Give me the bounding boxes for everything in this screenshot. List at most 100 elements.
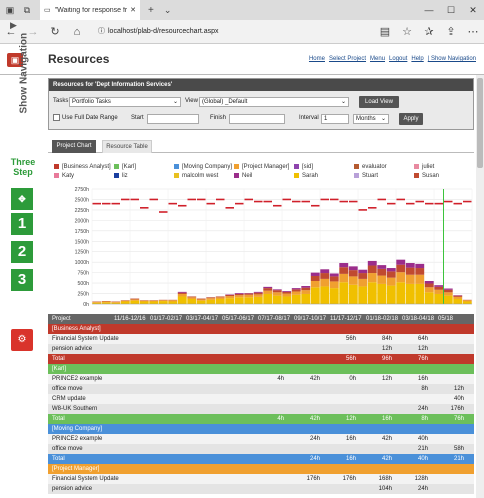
browser-menu-icon[interactable]: ▣ bbox=[3, 3, 17, 17]
bar-segment bbox=[386, 285, 396, 304]
header-date: 03/18-04/18 bbox=[402, 316, 435, 322]
url-field[interactable]: ⓘ localhost/plab-d/resourcechart.aspx bbox=[94, 24, 368, 40]
table-cell: 40h bbox=[453, 396, 464, 402]
three-step-line1: Three bbox=[10, 157, 36, 167]
row-label[interactable]: Financial System Update bbox=[52, 474, 119, 484]
table-cell: 12h bbox=[417, 346, 428, 352]
apply-button[interactable]: Apply bbox=[399, 113, 423, 125]
map-icon[interactable]: ✥ bbox=[11, 188, 33, 210]
link-home[interactable]: Home bbox=[309, 56, 325, 62]
legend-swatch bbox=[174, 164, 179, 169]
bar-segment bbox=[92, 301, 102, 303]
home-icon[interactable]: ⌂ bbox=[66, 26, 88, 38]
load-view-button[interactable]: Load View bbox=[359, 96, 399, 108]
bar-segment bbox=[424, 287, 434, 293]
bar-segment bbox=[177, 293, 187, 297]
bar-segment bbox=[358, 286, 368, 304]
bar-segment bbox=[149, 300, 159, 302]
bar-segment bbox=[367, 282, 377, 304]
bar-segment bbox=[329, 288, 339, 304]
new-tab-button[interactable]: + bbox=[148, 5, 154, 16]
legend-item: liz bbox=[114, 173, 128, 179]
finish-input[interactable] bbox=[229, 114, 285, 124]
tab-project-chart[interactable]: Project Chart bbox=[52, 140, 96, 153]
tasks-select[interactable]: Portfolio Tasks ⌄ bbox=[69, 97, 181, 107]
legend-swatch bbox=[354, 173, 359, 178]
start-input[interactable] bbox=[147, 114, 199, 124]
show-navigation-toggle[interactable]: ▶ Show Navigation bbox=[6, 20, 40, 130]
row-label[interactable]: pension advice bbox=[52, 484, 92, 494]
table-cell: 40h bbox=[417, 436, 428, 442]
bar-segment bbox=[348, 266, 358, 271]
legend-label: Katy bbox=[62, 173, 75, 180]
step-3-button[interactable]: 3 bbox=[11, 269, 33, 291]
bar-segment bbox=[386, 271, 396, 278]
resource-card-icon[interactable]: ⚙ bbox=[11, 329, 33, 351]
legend-item: Katy bbox=[54, 173, 74, 179]
y-tick-label: 0h bbox=[83, 302, 89, 308]
legend-item: [Business Analyst] bbox=[54, 164, 111, 170]
top-links: Home Select Project Menu Logout Help | S… bbox=[309, 56, 476, 62]
browser-titlebar: ▣ ⧉ ▭ "Waiting for response fr ✕ + ⌄ — ☐… bbox=[0, 0, 484, 20]
interval-unit-select[interactable]: Months ⌄ bbox=[353, 114, 389, 124]
link-menu[interactable]: Menu bbox=[370, 56, 385, 62]
row-label[interactable]: office move bbox=[52, 444, 83, 454]
row-label[interactable]: PRINCE2 example bbox=[52, 434, 102, 444]
link-logout[interactable]: Logout bbox=[389, 56, 407, 62]
table-row: PRINCE2 example 4h 42h 0h 12h 16h bbox=[48, 374, 474, 384]
bar-segment bbox=[462, 300, 472, 302]
share-icon[interactable]: ⇪ bbox=[440, 25, 462, 38]
chevron-down-icon: ⌄ bbox=[380, 116, 386, 122]
bar-segment bbox=[130, 300, 140, 304]
refresh-icon[interactable]: ↻ bbox=[44, 25, 66, 38]
full-date-checkbox[interactable] bbox=[53, 114, 60, 121]
interval-input[interactable]: 1 bbox=[321, 114, 349, 124]
link-show-navigation[interactable]: | Show Navigation bbox=[428, 56, 476, 62]
bar-segment bbox=[415, 274, 425, 284]
bar-segment bbox=[329, 281, 339, 289]
maximize-icon[interactable]: ☐ bbox=[440, 0, 462, 20]
bar-segment bbox=[301, 287, 311, 291]
bar-segment bbox=[187, 297, 197, 299]
table-cell: 168h bbox=[378, 476, 392, 482]
row-label[interactable]: Financial System Update bbox=[52, 334, 119, 344]
tab-list-button[interactable]: ⌄ bbox=[164, 5, 172, 16]
legend-swatch bbox=[114, 173, 119, 178]
row-label[interactable]: W8-UK Southern bbox=[52, 404, 97, 414]
bar-segment bbox=[206, 297, 216, 299]
tabs-aside-icon[interactable]: ⧉ bbox=[20, 3, 34, 17]
row-label[interactable]: CRM update bbox=[52, 394, 86, 404]
page-info-icon[interactable]: ⓘ bbox=[98, 28, 105, 35]
view-select[interactable]: (Global) _Default ⌄ bbox=[199, 97, 349, 107]
table-cell: 21h bbox=[453, 456, 464, 462]
reading-view-icon[interactable]: ▤ bbox=[374, 25, 396, 38]
step-2-button[interactable]: 2 bbox=[11, 241, 33, 263]
bar-segment bbox=[348, 284, 358, 304]
row-label[interactable]: PRINCE2 example bbox=[52, 374, 102, 384]
legend-label: [Business Analyst] bbox=[62, 164, 111, 171]
total-row: Total 56h 96h 76h bbox=[48, 354, 474, 364]
browser-tab[interactable]: ▭ "Waiting for response fr ✕ bbox=[40, 0, 140, 20]
scrollbar-thumb[interactable] bbox=[477, 78, 483, 168]
legend-swatch bbox=[354, 164, 359, 169]
table-cell: 12h bbox=[381, 376, 392, 382]
link-help[interactable]: Help bbox=[411, 56, 423, 62]
row-label[interactable]: office move bbox=[52, 384, 83, 394]
bar-segment bbox=[339, 263, 349, 268]
full-date-range[interactable]: Use Full Date Range bbox=[53, 114, 118, 121]
close-window-icon[interactable]: ✕ bbox=[462, 0, 484, 20]
tab-resource-table[interactable]: Resource Table bbox=[102, 140, 152, 153]
step-1-button[interactable]: 1 bbox=[11, 213, 33, 235]
link-select-project[interactable]: Select Project bbox=[329, 56, 366, 62]
minimize-icon[interactable]: — bbox=[418, 0, 440, 20]
legend-label: [Project Manager] bbox=[242, 164, 290, 171]
y-tick-label: 1500h bbox=[75, 239, 90, 245]
table-cell: 42h bbox=[381, 456, 392, 462]
tab-close-icon[interactable]: ✕ bbox=[130, 6, 136, 14]
bar-segment bbox=[187, 296, 197, 298]
favorite-star-icon[interactable]: ☆ bbox=[396, 25, 418, 38]
favorites-list-icon[interactable]: ✰ bbox=[418, 25, 440, 38]
more-icon[interactable]: ⋯ bbox=[462, 25, 484, 38]
row-label[interactable]: pension advice bbox=[52, 344, 92, 354]
legend-label: [Moving Company] bbox=[182, 164, 233, 171]
